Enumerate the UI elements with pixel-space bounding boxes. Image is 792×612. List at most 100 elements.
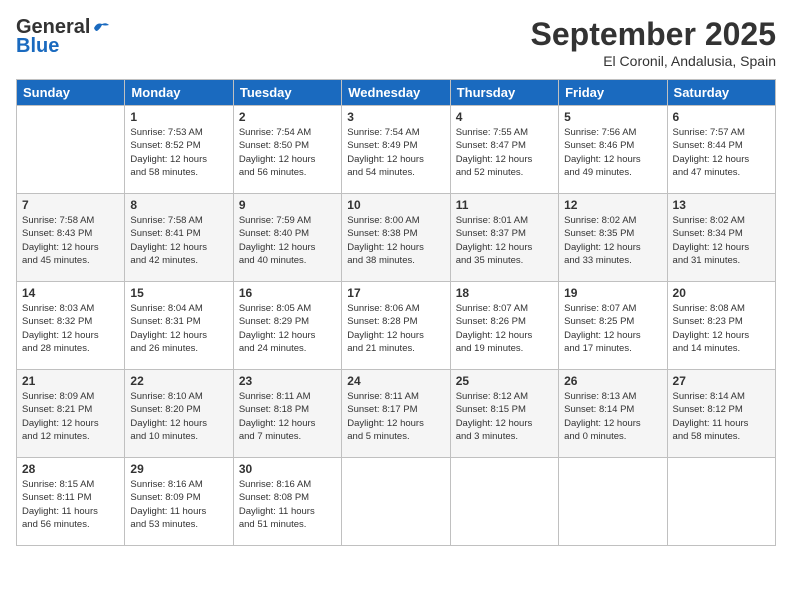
day-info: Sunrise: 8:06 AM Sunset: 8:28 PM Dayligh…: [347, 302, 444, 355]
subtitle: El Coronil, Andalusia, Spain: [531, 53, 776, 69]
day-number: 10: [347, 198, 444, 212]
day-number: 8: [130, 198, 227, 212]
month-title: September 2025: [531, 16, 776, 53]
column-header-tuesday: Tuesday: [233, 80, 341, 106]
day-info: Sunrise: 7:58 AM Sunset: 8:41 PM Dayligh…: [130, 214, 227, 267]
calendar-cell: 28 Sunrise: 8:15 AM Sunset: 8:11 PM Dayli…: [17, 458, 125, 546]
page-container: General Blue September 2025 El Coronil, …: [0, 0, 792, 612]
day-number: 18: [456, 286, 553, 300]
day-info: Sunrise: 7:55 AM Sunset: 8:47 PM Dayligh…: [456, 126, 553, 179]
calendar-week-4: 21 Sunrise: 8:09 AM Sunset: 8:21 PM Dayli…: [17, 370, 776, 458]
calendar-cell: 6Sunrise: 7:57 AM Sunset: 8:44 PM Daylig…: [667, 106, 775, 194]
day-info: Sunrise: 8:12 AM Sunset: 8:15 PM Dayligh…: [456, 390, 553, 443]
day-number: 2: [239, 110, 336, 124]
calendar-cell: 3 Sunrise: 7:54 AM Sunset: 8:49 PM Daylig…: [342, 106, 450, 194]
day-info: Sunrise: 8:10 AM Sunset: 8:20 PM Dayligh…: [130, 390, 227, 443]
day-number: 15: [130, 286, 227, 300]
calendar-cell: 7 Sunrise: 7:58 AM Sunset: 8:43 PM Daylig…: [17, 194, 125, 282]
day-number: 29: [130, 462, 227, 476]
day-number: 5: [564, 110, 661, 124]
calendar-cell: 19Sunrise: 8:07 AM Sunset: 8:25 PM Dayli…: [559, 282, 667, 370]
calendar-cell: [342, 458, 450, 546]
calendar-cell: 13 Sunrise: 8:02 AM Sunset: 8:34 PM Dayli…: [667, 194, 775, 282]
column-header-monday: Monday: [125, 80, 233, 106]
calendar-cell: 24 Sunrise: 8:11 AM Sunset: 8:17 PM Dayli…: [342, 370, 450, 458]
calendar-cell: 5 Sunrise: 7:56 AM Sunset: 8:46 PM Daylig…: [559, 106, 667, 194]
day-number: 3: [347, 110, 444, 124]
column-header-wednesday: Wednesday: [342, 80, 450, 106]
day-info: Sunrise: 8:07 AM Sunset: 8:25 PM Dayligh…: [564, 302, 661, 355]
day-info: Sunrise: 8:03 AM Sunset: 8:32 PM Dayligh…: [22, 302, 119, 355]
calendar-cell: 27Sunrise: 8:14 AM Sunset: 8:12 PM Dayli…: [667, 370, 775, 458]
calendar-cell: 20 Sunrise: 8:08 AM Sunset: 8:23 PM Dayli…: [667, 282, 775, 370]
calendar-cell: 11 Sunrise: 8:01 AM Sunset: 8:37 PM Dayli…: [450, 194, 558, 282]
calendar-cell: [559, 458, 667, 546]
calendar-cell: 16 Sunrise: 8:05 AM Sunset: 8:29 PM Dayli…: [233, 282, 341, 370]
calendar-cell: 30Sunrise: 8:16 AM Sunset: 8:08 PM Dayli…: [233, 458, 341, 546]
logo-bird-icon: [92, 21, 110, 35]
calendar-week-2: 7 Sunrise: 7:58 AM Sunset: 8:43 PM Daylig…: [17, 194, 776, 282]
calendar-cell: 9 Sunrise: 7:59 AM Sunset: 8:40 PM Daylig…: [233, 194, 341, 282]
day-info: Sunrise: 8:08 AM Sunset: 8:23 PM Dayligh…: [673, 302, 770, 355]
calendar-cell: 14 Sunrise: 8:03 AM Sunset: 8:32 PM Dayli…: [17, 282, 125, 370]
day-info: Sunrise: 8:02 AM Sunset: 8:35 PM Dayligh…: [564, 214, 661, 267]
calendar-week-5: 28 Sunrise: 8:15 AM Sunset: 8:11 PM Dayli…: [17, 458, 776, 546]
day-info: Sunrise: 8:00 AM Sunset: 8:38 PM Dayligh…: [347, 214, 444, 267]
day-info: Sunrise: 8:16 AM Sunset: 8:09 PM Dayligh…: [130, 478, 227, 531]
calendar-cell: 29 Sunrise: 8:16 AM Sunset: 8:09 PM Dayli…: [125, 458, 233, 546]
day-number: 28: [22, 462, 119, 476]
calendar-header-row: SundayMondayTuesdayWednesdayThursdayFrid…: [17, 80, 776, 106]
calendar-cell: [450, 458, 558, 546]
header: General Blue September 2025 El Coronil, …: [16, 16, 776, 69]
day-info: Sunrise: 8:01 AM Sunset: 8:37 PM Dayligh…: [456, 214, 553, 267]
day-info: Sunrise: 8:11 AM Sunset: 8:17 PM Dayligh…: [347, 390, 444, 443]
calendar-cell: 23Sunrise: 8:11 AM Sunset: 8:18 PM Dayli…: [233, 370, 341, 458]
calendar-cell: 2Sunrise: 7:54 AM Sunset: 8:50 PM Daylig…: [233, 106, 341, 194]
calendar-cell: 15Sunrise: 8:04 AM Sunset: 8:31 PM Dayli…: [125, 282, 233, 370]
calendar-cell: 26 Sunrise: 8:13 AM Sunset: 8:14 PM Dayli…: [559, 370, 667, 458]
day-number: 20: [673, 286, 770, 300]
day-number: 9: [239, 198, 336, 212]
day-info: Sunrise: 7:54 AM Sunset: 8:49 PM Dayligh…: [347, 126, 444, 179]
calendar-cell: 17 Sunrise: 8:06 AM Sunset: 8:28 PM Dayli…: [342, 282, 450, 370]
logo: General Blue: [16, 16, 110, 58]
column-header-thursday: Thursday: [450, 80, 558, 106]
day-number: 16: [239, 286, 336, 300]
day-number: 11: [456, 198, 553, 212]
title-block: September 2025 El Coronil, Andalusia, Sp…: [531, 16, 776, 69]
day-number: 1: [130, 110, 227, 124]
calendar-cell: 1Sunrise: 7:53 AM Sunset: 8:52 PM Daylig…: [125, 106, 233, 194]
day-number: 21: [22, 374, 119, 388]
day-number: 17: [347, 286, 444, 300]
day-info: Sunrise: 7:56 AM Sunset: 8:46 PM Dayligh…: [564, 126, 661, 179]
day-info: Sunrise: 8:07 AM Sunset: 8:26 PM Dayligh…: [456, 302, 553, 355]
day-number: 4: [456, 110, 553, 124]
day-number: 7: [22, 198, 119, 212]
day-number: 23: [239, 374, 336, 388]
day-number: 27: [673, 374, 770, 388]
column-header-saturday: Saturday: [667, 80, 775, 106]
calendar-week-3: 14 Sunrise: 8:03 AM Sunset: 8:32 PM Dayli…: [17, 282, 776, 370]
day-info: Sunrise: 7:58 AM Sunset: 8:43 PM Dayligh…: [22, 214, 119, 267]
column-header-friday: Friday: [559, 80, 667, 106]
day-info: Sunrise: 8:13 AM Sunset: 8:14 PM Dayligh…: [564, 390, 661, 443]
day-info: Sunrise: 8:16 AM Sunset: 8:08 PM Dayligh…: [239, 478, 336, 531]
day-info: Sunrise: 7:57 AM Sunset: 8:44 PM Dayligh…: [673, 126, 770, 179]
day-info: Sunrise: 7:59 AM Sunset: 8:40 PM Dayligh…: [239, 214, 336, 267]
day-number: 13: [673, 198, 770, 212]
day-info: Sunrise: 8:15 AM Sunset: 8:11 PM Dayligh…: [22, 478, 119, 531]
day-number: 12: [564, 198, 661, 212]
calendar-cell: 8 Sunrise: 7:58 AM Sunset: 8:41 PM Daylig…: [125, 194, 233, 282]
calendar-cell: [17, 106, 125, 194]
day-info: Sunrise: 8:09 AM Sunset: 8:21 PM Dayligh…: [22, 390, 119, 443]
calendar-cell: 21 Sunrise: 8:09 AM Sunset: 8:21 PM Dayli…: [17, 370, 125, 458]
day-info: Sunrise: 8:05 AM Sunset: 8:29 PM Dayligh…: [239, 302, 336, 355]
calendar-cell: 12 Sunrise: 8:02 AM Sunset: 8:35 PM Dayli…: [559, 194, 667, 282]
day-info: Sunrise: 8:02 AM Sunset: 8:34 PM Dayligh…: [673, 214, 770, 267]
day-number: 14: [22, 286, 119, 300]
calendar-cell: 22 Sunrise: 8:10 AM Sunset: 8:20 PM Dayli…: [125, 370, 233, 458]
day-number: 22: [130, 374, 227, 388]
day-number: 24: [347, 374, 444, 388]
day-number: 26: [564, 374, 661, 388]
logo-blue-text: Blue: [16, 35, 59, 58]
